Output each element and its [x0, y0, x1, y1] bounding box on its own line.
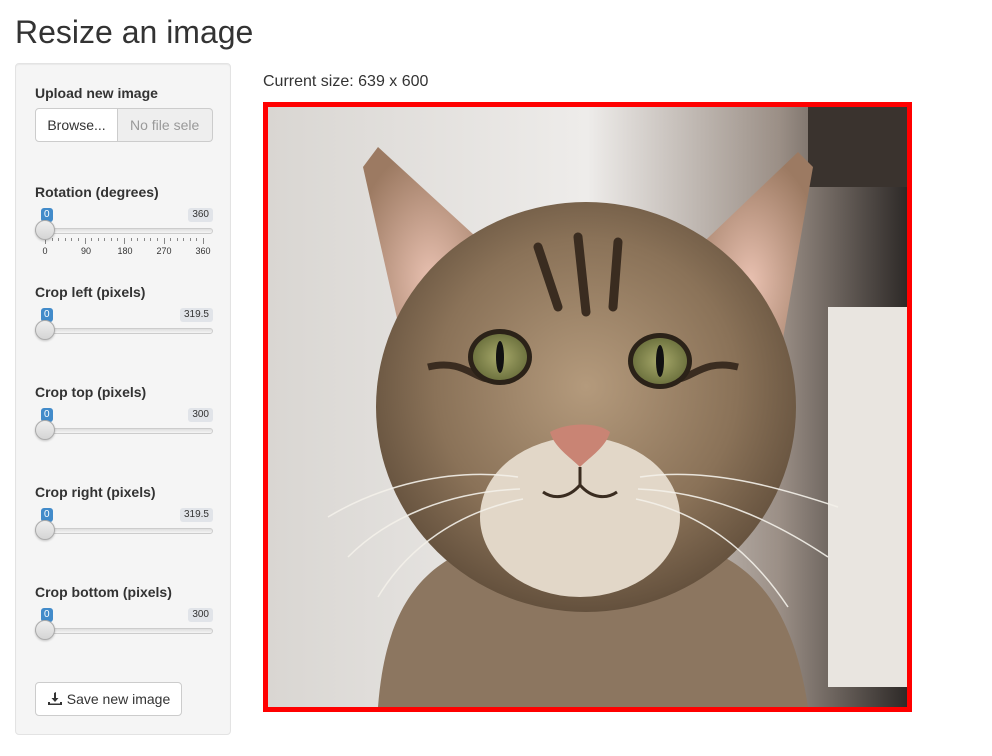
tick-label: 270: [156, 246, 172, 256]
crop-bottom-label: Crop bottom (pixels): [35, 584, 172, 600]
tick-mark: [163, 238, 165, 244]
rotation-slider[interactable]: 0 360 0 90 180 270 360: [35, 208, 213, 258]
tick-label: 360: [195, 246, 211, 256]
crop-right-max-badge: 319.5: [179, 508, 213, 522]
crop-bottom-handle[interactable]: [35, 620, 55, 640]
sidebar-panel: Upload new image Browse... No file sele …: [15, 63, 231, 735]
crop-left-handle[interactable]: [35, 320, 55, 340]
rotation-ticks: [45, 238, 213, 246]
rotation-handle[interactable]: [35, 220, 55, 240]
tick-mark: [137, 238, 139, 241]
crop-top-handle[interactable]: [35, 420, 55, 440]
crop-bottom-track[interactable]: [35, 628, 213, 634]
tick-mark: [196, 238, 198, 241]
crop-bottom-slider[interactable]: 0 300: [35, 608, 213, 658]
crop-right-track[interactable]: [35, 528, 213, 534]
rotation-label: Rotation (degrees): [35, 184, 159, 200]
crop-top-track[interactable]: [35, 428, 213, 434]
tick-mark: [97, 238, 99, 241]
save-image-button[interactable]: Save new image: [35, 682, 182, 716]
tick-mark: [176, 238, 178, 241]
tick-mark: [77, 238, 79, 241]
download-icon: [47, 692, 62, 705]
tick-mark: [124, 238, 125, 244]
rotation-max-badge: 360: [188, 208, 213, 222]
tick-mark: [203, 238, 204, 244]
tick-mark: [110, 238, 112, 241]
crop-right-slider[interactable]: 0 319.5: [35, 508, 213, 558]
tick-mark: [91, 238, 93, 241]
tick-mark: [64, 238, 66, 241]
tick-mark: [51, 238, 53, 241]
tick-mark: [84, 238, 86, 244]
tick-mark: [156, 238, 158, 241]
crop-left-label: Crop left (pixels): [35, 284, 146, 300]
tick-mark: [71, 238, 73, 241]
crop-left-slider[interactable]: 0 319.5: [35, 308, 213, 358]
tick-mark: [150, 238, 152, 241]
tick-label: 90: [80, 246, 92, 256]
crop-left-max-badge: 319.5: [179, 308, 213, 322]
tick-mark: [104, 238, 106, 241]
image-preview: [263, 102, 912, 712]
tick-mark: [170, 238, 172, 241]
crop-left-track[interactable]: [35, 328, 213, 334]
crop-right-handle[interactable]: [35, 520, 55, 540]
tick-mark: [143, 238, 145, 241]
rotation-track[interactable]: [35, 228, 213, 234]
tick-label: 180: [117, 246, 133, 256]
tick-mark: [189, 238, 191, 241]
crop-bottom-max-badge: 300: [188, 608, 213, 622]
crop-right-label: Crop right (pixels): [35, 484, 156, 500]
file-upload[interactable]: Browse... No file sele: [35, 108, 213, 142]
current-size-text: Current size: 639 x 600: [263, 73, 429, 90]
crop-top-slider[interactable]: 0 300: [35, 408, 213, 458]
tick-mark: [183, 238, 185, 241]
cat-image: [268, 107, 907, 707]
tick-label: 0: [42, 246, 48, 256]
tick-mark: [117, 238, 119, 241]
save-button-label: Save new image: [66, 691, 171, 707]
browse-button[interactable]: Browse...: [35, 108, 118, 142]
tick-mark: [58, 238, 60, 241]
tick-mark: [130, 238, 132, 241]
upload-label: Upload new image: [35, 85, 158, 101]
page-title: Resize an image: [15, 14, 254, 50]
crop-top-max-badge: 300: [188, 408, 213, 422]
file-name-field: No file sele: [118, 108, 213, 142]
crop-top-label: Crop top (pixels): [35, 384, 147, 400]
